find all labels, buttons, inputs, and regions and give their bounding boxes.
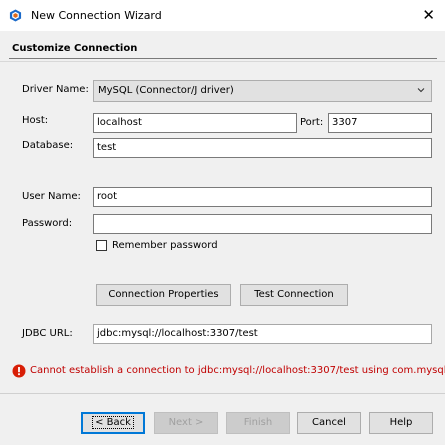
database-label: Database: (22, 140, 74, 151)
remember-password-label[interactable]: Remember password (112, 240, 218, 251)
password-input[interactable] (93, 214, 432, 234)
port-input[interactable]: 3307 (328, 113, 432, 133)
finish-button[interactable]: Finish (226, 412, 290, 434)
password-label: Password: (22, 218, 73, 229)
netbeans-cube-icon (9, 9, 22, 22)
title-bar: New Connection Wizard ✕ (0, 0, 445, 31)
back-button[interactable]: < Back (81, 412, 145, 434)
back-button-label: < Back (92, 416, 134, 429)
jdbc-url-field[interactable]: jdbc:mysql://localhost:3307/test (93, 324, 432, 344)
test-connection-button[interactable]: Test Connection (240, 284, 348, 306)
help-button[interactable]: Help (369, 412, 433, 434)
next-button[interactable]: Next > (154, 412, 218, 434)
error-icon (12, 364, 26, 378)
cancel-button[interactable]: Cancel (297, 412, 361, 434)
connection-properties-button[interactable]: Connection Properties (96, 284, 231, 306)
error-message: Cannot establish a connection to jdbc:my… (30, 365, 445, 376)
port-label: Port: (300, 117, 324, 128)
host-input[interactable]: localhost (93, 113, 297, 133)
window-title: New Connection Wizard (31, 9, 162, 22)
username-label: User Name: (22, 191, 81, 202)
host-label: Host: (22, 115, 49, 126)
remember-password-checkbox[interactable] (96, 240, 107, 251)
chevron-down-icon (417, 88, 425, 93)
driver-name-value: MySQL (Connector/J driver) (98, 85, 234, 96)
driver-name-dropdown[interactable]: MySQL (Connector/J driver) (93, 80, 432, 102)
driver-name-label: Driver Name: (22, 84, 89, 95)
username-input[interactable]: root (93, 187, 432, 207)
jdbc-url-label: JDBC URL: (22, 328, 73, 339)
database-input[interactable]: test (93, 138, 432, 158)
footer-divider (0, 393, 445, 394)
page-title: Customize Connection (12, 43, 138, 54)
close-icon[interactable]: ✕ (422, 6, 435, 24)
header-divider (9, 58, 437, 59)
